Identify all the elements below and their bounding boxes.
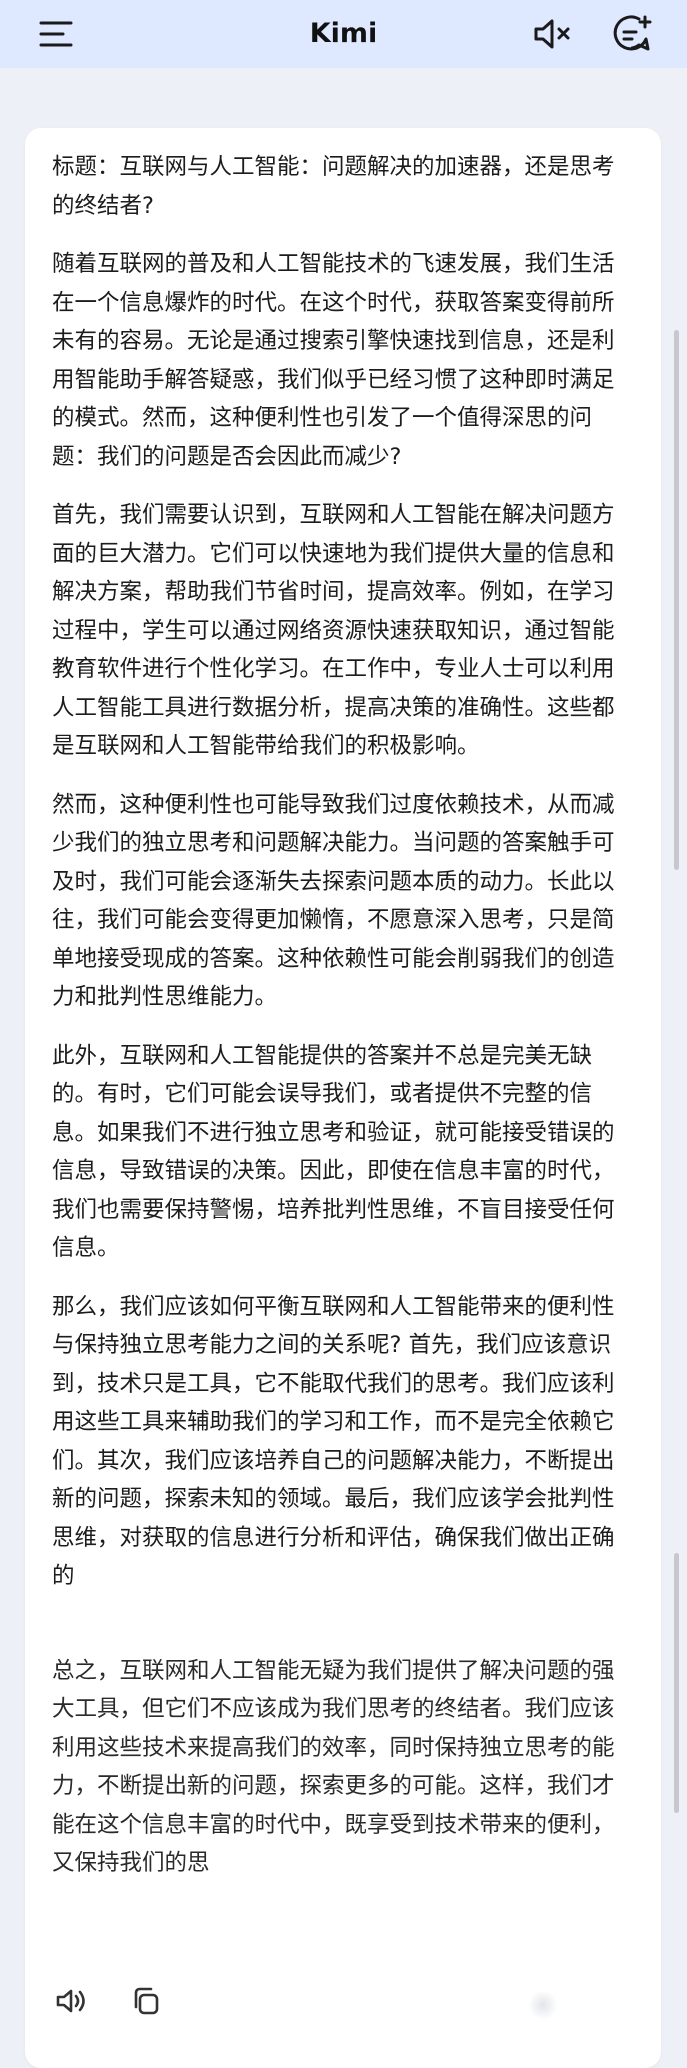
- scrollbar-thumb[interactable]: [674, 1553, 679, 1813]
- assistant-message-text: 标题：互联网与人工智能：问题解决的加速器，还是思考的终结者? 随着互联网的普及和…: [52, 148, 632, 1883]
- scrollbar-thumb[interactable]: [674, 330, 679, 870]
- copy-button[interactable]: [127, 1982, 165, 2020]
- menu-button[interactable]: [38, 16, 74, 52]
- message-paragraph: 然而，这种便利性也可能导致我们过度依赖技术，从而减少我们的独立思考和问题解决能力…: [52, 791, 615, 1011]
- mute-button[interactable]: [532, 14, 572, 54]
- speaker-muted-icon: [534, 19, 570, 49]
- message-actions: [25, 1968, 661, 2038]
- speaker-icon: [56, 1989, 85, 2013]
- top-bar: [0, 0, 687, 68]
- menu-icon: [39, 21, 73, 47]
- read-aloud-button[interactable]: [53, 1982, 91, 2020]
- message-paragraph: 此外，互联网和人工智能提供的答案并不总是完美无缺的。有时，它们可能会误导我们，或…: [52, 1042, 615, 1262]
- message-paragraph: 总之，互联网和人工智能无疑为我们提供了解决问题的强大工具，但它们不应该成为我们思…: [52, 1657, 615, 1877]
- message-paragraph: 首先，我们需要认识到，互联网和人工智能在解决问题方面的巨大潜力。它们可以快速地为…: [52, 502, 615, 759]
- message-paragraph: 那么，我们应该如何平衡互联网和人工智能带来的便利性与保持独立思考能力之间的关系呢…: [52, 1293, 615, 1590]
- copy-icon: [134, 1987, 159, 2015]
- new-chat-button[interactable]: [610, 12, 654, 56]
- message-paragraph: 随着互联网的普及和人工智能技术的飞速发展，我们生活在一个信息爆炸的时代。在这个时…: [52, 251, 615, 470]
- message-title: 标题：互联网与人工智能：问题解决的加速器，还是思考的终结者?: [52, 154, 615, 219]
- new-chat-icon: [613, 15, 652, 51]
- loading-indicator: [528, 1990, 558, 2020]
